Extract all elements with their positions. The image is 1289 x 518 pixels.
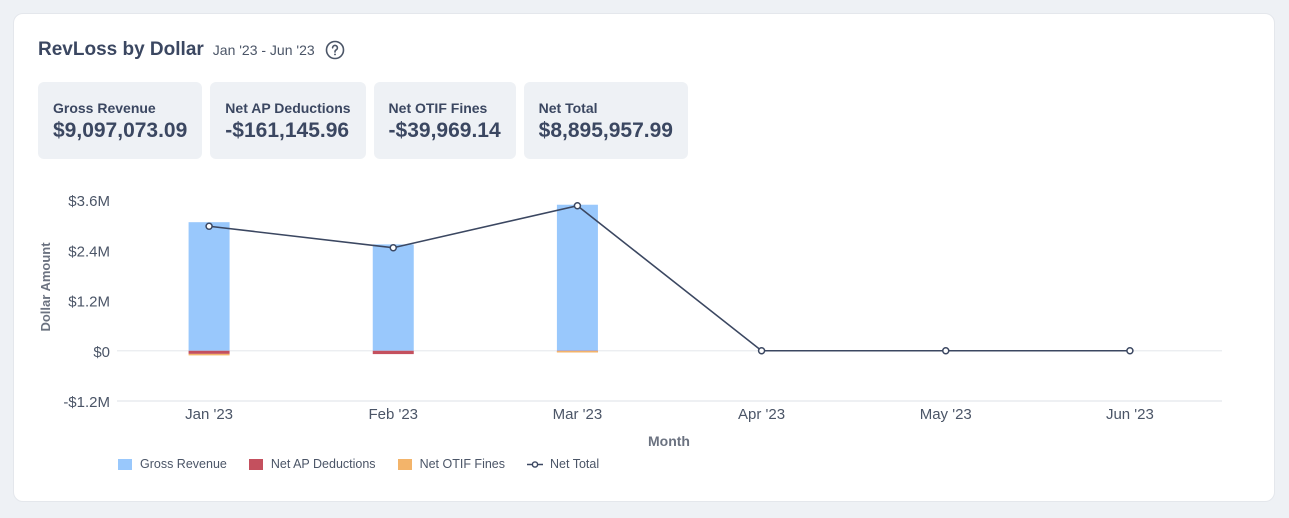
net-total-path	[208, 204, 1130, 352]
y-tick-label: $2.4M	[68, 243, 110, 260]
y-axis-label: Dollar Amount	[38, 242, 53, 332]
x-tick-label: Mar '23	[553, 406, 603, 423]
chart-legend: Gross Revenue Net AP Deductions Net OTIF…	[118, 457, 621, 471]
legend-net-total[interactable]: Net Total	[527, 457, 599, 471]
net-total-point[interactable]	[1126, 347, 1134, 355]
x-tick-label: May '23	[920, 406, 972, 423]
net-otif-fines-bar[interactable]	[556, 351, 598, 353]
y-tick-label: -$1.2M	[63, 394, 110, 411]
legend-label: Gross Revenue	[140, 457, 227, 471]
legend-label: Net OTIF Fines	[419, 457, 505, 471]
gross-revenue-bar[interactable]	[372, 244, 414, 351]
x-axis-label: Month	[648, 433, 690, 449]
net-total-line-icon	[527, 459, 543, 470]
net-total-point[interactable]	[757, 347, 766, 355]
grid-lines	[117, 350, 1222, 402]
revloss-chart: $3.6M $2.4M $1.2M $0 -$1.2M Jan '23 Feb '23 Ma…	[38, 193, 1222, 449]
x-tick-label: Apr '23	[738, 406, 785, 423]
net-ap-deductions-bar[interactable]	[188, 350, 230, 354]
bars	[188, 204, 598, 356]
x-tick-label: Jan '23	[185, 406, 233, 423]
net-otif-fines-swatch	[397, 458, 412, 470]
x-tick-label: Jun '23	[1106, 406, 1154, 423]
gross-revenue-bar[interactable]	[188, 222, 230, 351]
net-total-point[interactable]	[942, 347, 950, 355]
net-total-point[interactable]	[573, 201, 582, 210]
y-axis-ticks: $3.6M $2.4M $1.2M $0 -$1.2M	[63, 193, 110, 411]
net-total-line	[205, 201, 1134, 355]
net-ap-deductions-bar[interactable]	[372, 350, 414, 355]
legend-gross-revenue[interactable]: Gross Revenue	[118, 457, 227, 471]
y-tick-label: $0	[93, 344, 110, 361]
net-otif-fines-bar[interactable]	[188, 353, 230, 356]
net-ap-deductions-swatch	[248, 458, 263, 470]
legend-net-otif-fines[interactable]: Net OTIF Fines	[397, 457, 505, 471]
x-axis-ticks: Jan '23 Feb '23 Mar '23 Apr '23 May '23 Jun '…	[185, 406, 1154, 423]
legend-net-ap-deductions[interactable]: Net AP Deductions	[248, 457, 376, 471]
y-tick-label: $3.6M	[68, 193, 110, 210]
revloss-card: RevLoss by Dollar Jan '23 - Jun '23 Gros…	[13, 13, 1275, 502]
legend-label: Net AP Deductions	[270, 457, 376, 471]
y-tick-label: $1.2M	[68, 294, 110, 311]
net-total-point[interactable]	[389, 243, 397, 252]
legend-label: Net Total	[550, 457, 600, 471]
x-tick-label: Feb '23	[368, 406, 418, 423]
gross-revenue-swatch	[118, 458, 132, 470]
net-total-point[interactable]	[205, 222, 213, 231]
gross-revenue-bar[interactable]	[556, 204, 598, 351]
